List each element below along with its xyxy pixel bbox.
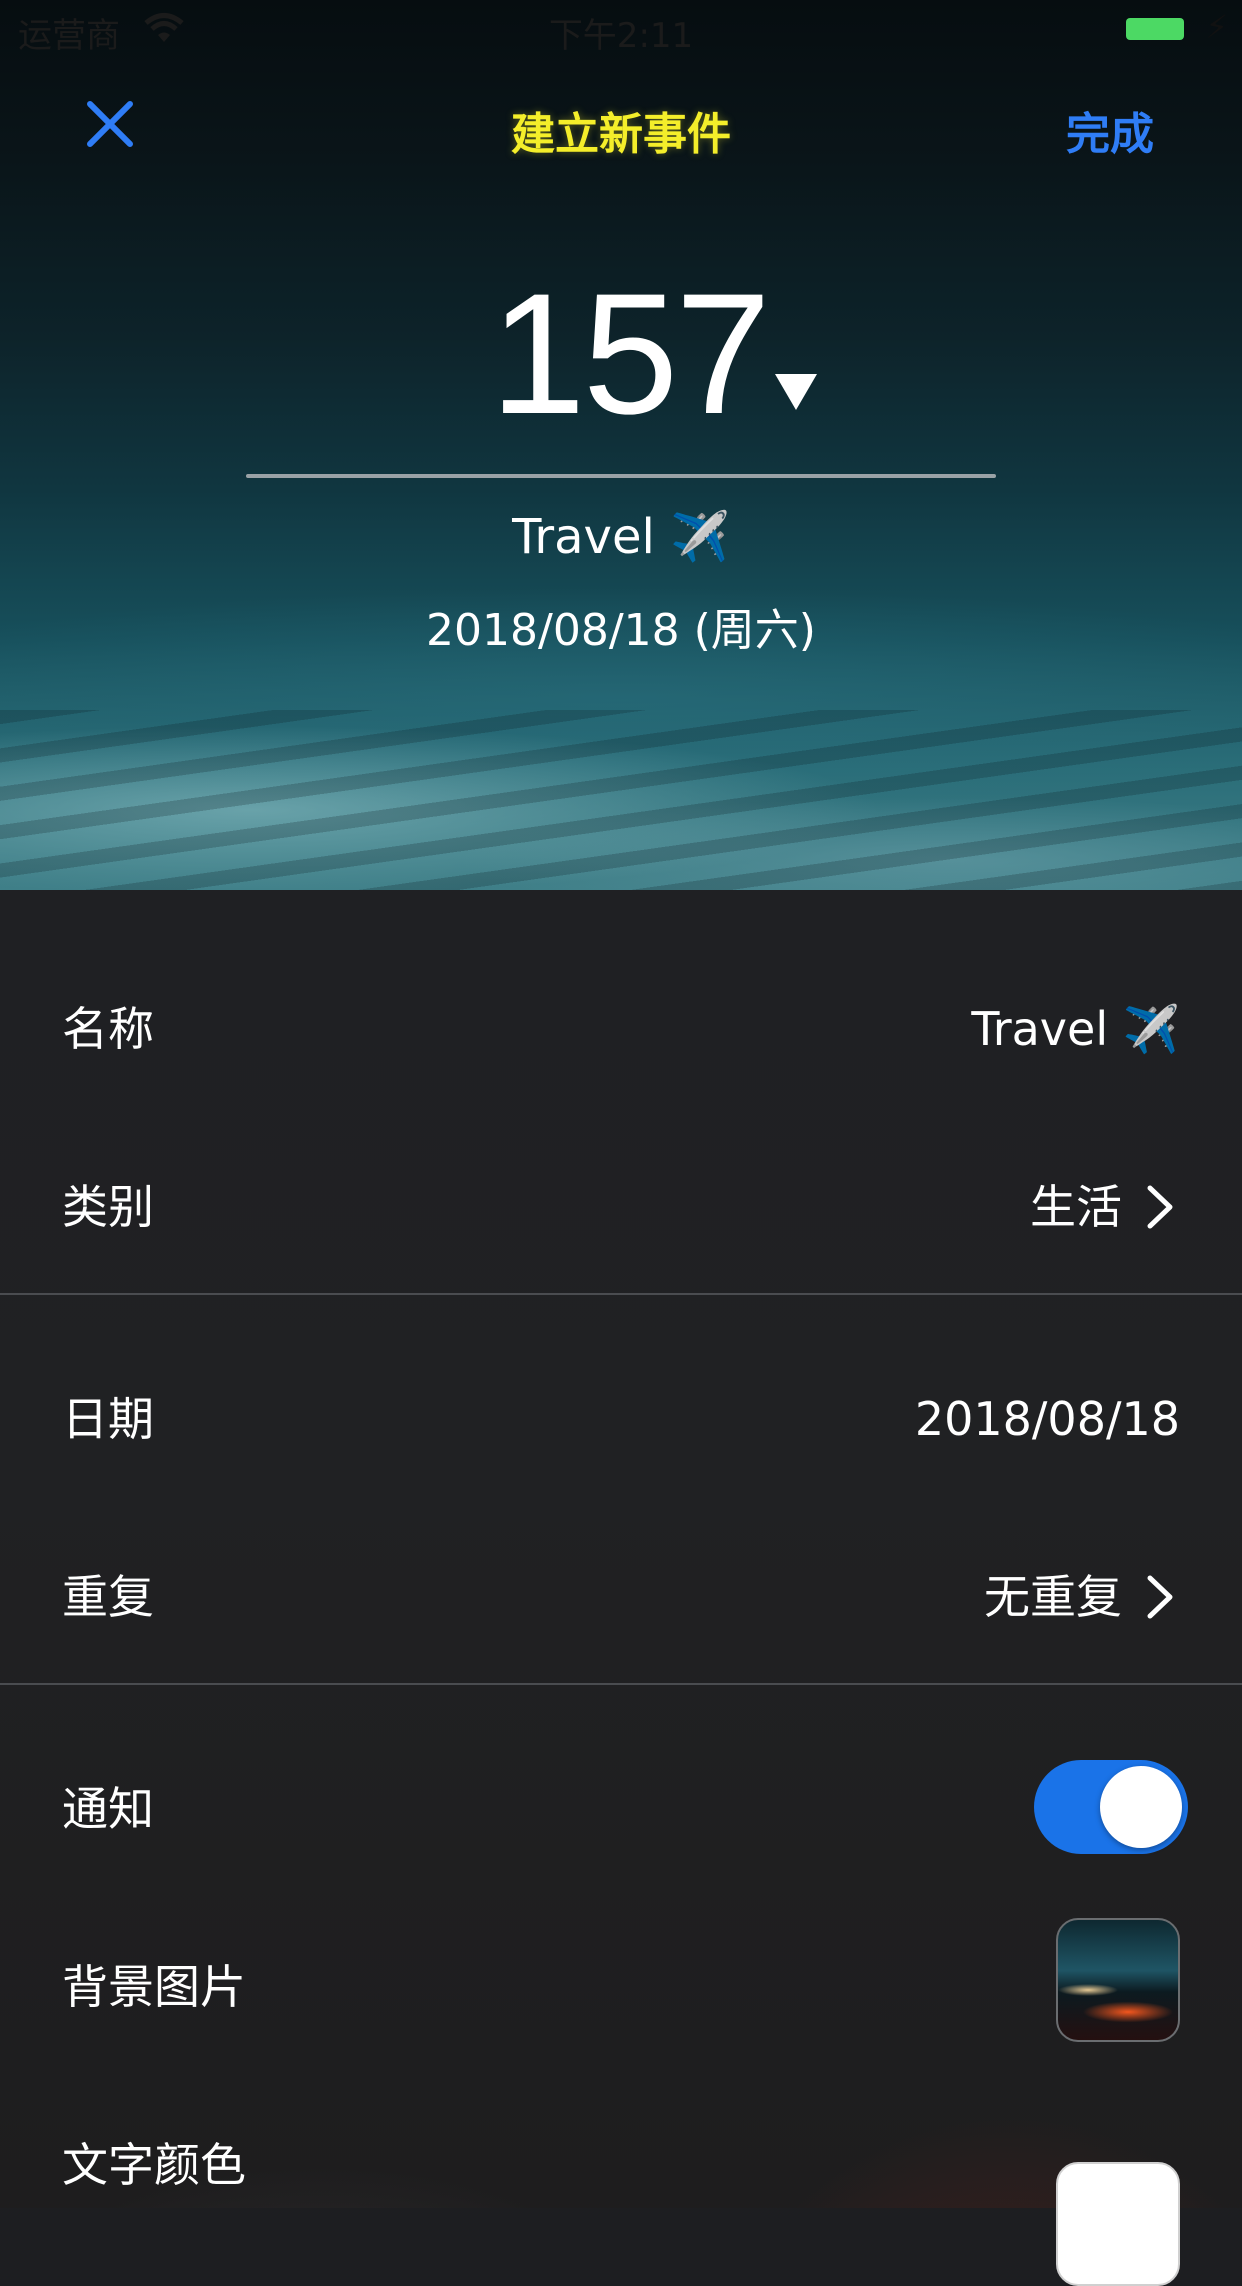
- count-underline: [246, 474, 996, 478]
- page-title: 建立新事件: [511, 109, 731, 160]
- category-value: 生活: [1030, 1180, 1122, 1234]
- status-time: 下午2:11: [548, 16, 694, 56]
- status-bar: 运营商 下午2:11 ⚡: [0, 0, 1242, 60]
- name-label: 名称: [62, 1002, 154, 1056]
- settings-list: 名称 Travel ✈️ 类别 生活 日期 2018/08/18 重复 无重复 …: [0, 890, 1242, 2286]
- toggle-knob: [1100, 1766, 1182, 1848]
- category-label: 类别: [62, 1180, 154, 1234]
- notify-toggle[interactable]: [1034, 1760, 1188, 1854]
- date-row[interactable]: 日期 2018/08/18: [0, 1330, 1242, 1508]
- text-color-label: 文字颜色: [62, 2138, 246, 2192]
- event-name-display: Travel ✈️: [512, 509, 730, 565]
- charging-icon: ⚡: [1205, 8, 1228, 46]
- notify-label: 通知: [62, 1782, 154, 1836]
- caret-down-icon[interactable]: [773, 372, 819, 412]
- background-label: 背景图片: [62, 1960, 246, 2014]
- done-button[interactable]: 完成: [1066, 98, 1154, 162]
- repeat-row[interactable]: 重复 无重复: [0, 1508, 1242, 1686]
- name-row[interactable]: 名称 Travel ✈️: [0, 940, 1242, 1118]
- category-row[interactable]: 类别 生活: [0, 1118, 1242, 1296]
- section-divider: [0, 1683, 1242, 1685]
- repeat-label: 重复: [62, 1570, 154, 1624]
- name-value[interactable]: Travel ✈️: [971, 940, 1180, 1118]
- background-row[interactable]: 背景图片: [0, 1898, 1242, 2076]
- text-color-swatch[interactable]: [1056, 2162, 1180, 2286]
- battery-icon: [1126, 18, 1184, 40]
- background-thumbnail[interactable]: [1056, 1918, 1180, 2042]
- repeat-value: 无重复: [984, 1570, 1122, 1624]
- section-divider: [0, 1293, 1242, 1295]
- text-color-row[interactable]: 文字颜色: [0, 2076, 1242, 2286]
- chevron-right-icon: [1147, 1185, 1173, 1229]
- chevron-right-icon: [1147, 1575, 1173, 1619]
- date-label: 日期: [62, 1392, 154, 1446]
- day-count[interactable]: 157: [490, 268, 771, 440]
- date-value[interactable]: 2018/08/18: [915, 1330, 1180, 1508]
- notify-row: 通知: [0, 1720, 1242, 1898]
- event-date-display: 2018/08/18 (周六): [426, 605, 816, 656]
